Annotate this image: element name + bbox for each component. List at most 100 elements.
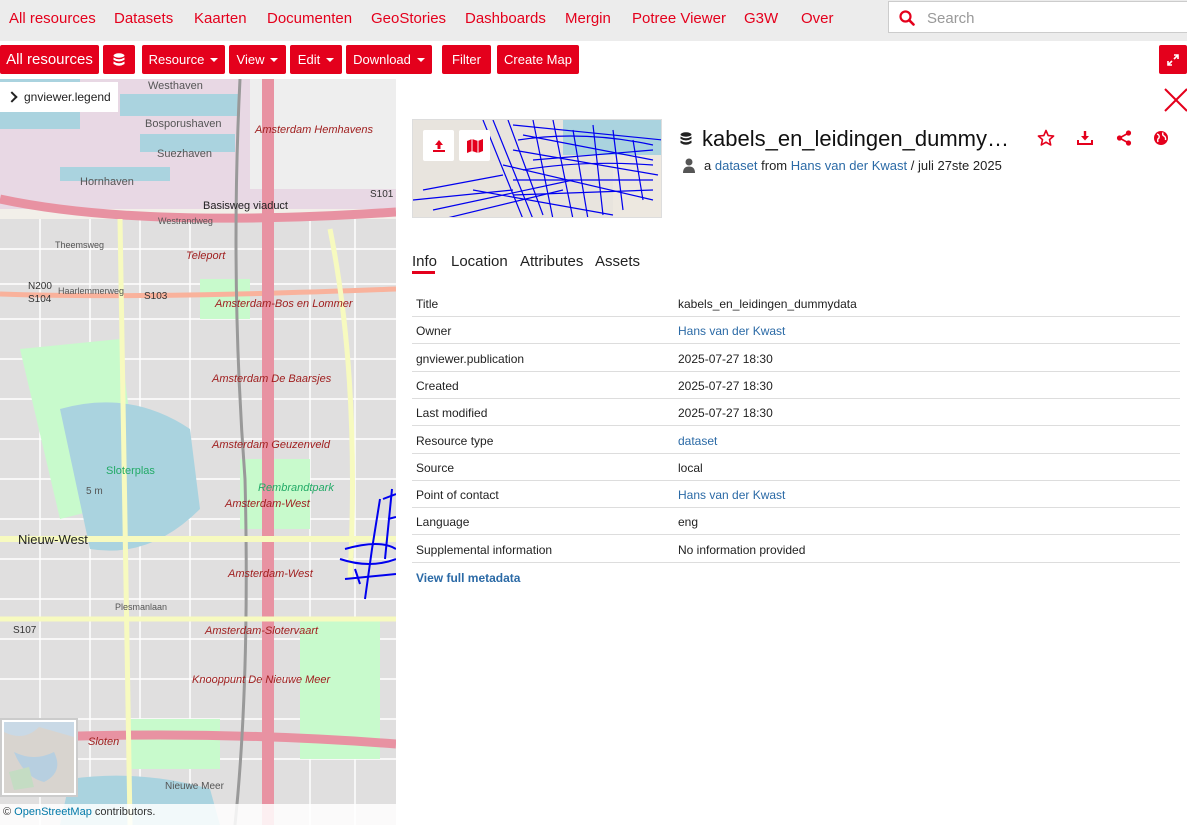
- map-label: Nieuw-West: [18, 532, 88, 547]
- all-resources-button[interactable]: All resources: [0, 45, 99, 74]
- table-row: Point of contact Hans van der Kwast: [412, 481, 1180, 509]
- table-row: Supplemental information No information p…: [412, 536, 1180, 563]
- openstreetmap-link[interactable]: OpenStreetMap: [14, 806, 92, 818]
- tab-location[interactable]: Location: [451, 253, 508, 270]
- active-tab-indicator: [412, 271, 435, 274]
- row-value: 2025-07-27 18:30: [678, 351, 773, 366]
- nav-g3w[interactable]: G3W: [744, 10, 778, 27]
- map-label: Bosporushaven: [145, 118, 221, 130]
- upload-icon: [432, 139, 445, 152]
- nav-mergin[interactable]: Mergin: [565, 10, 611, 27]
- upload-thumbnail-button[interactable]: [423, 130, 454, 161]
- share-icon[interactable]: [1115, 129, 1133, 147]
- row-key: Resource type: [416, 433, 494, 448]
- edit-dropdown[interactable]: Edit: [290, 45, 342, 74]
- download-dropdown[interactable]: Download: [346, 45, 432, 74]
- map-canvas[interactable]: Westhaven Bosporushaven Suezhaven Hornha…: [0, 79, 396, 825]
- resource-label: Resource: [148, 52, 205, 67]
- search-box[interactable]: [888, 1, 1187, 33]
- map-label: Amsterdam-West: [227, 568, 314, 580]
- row-key: gnviewer.publication: [416, 351, 525, 366]
- nav-all-resources[interactable]: All resources: [9, 10, 96, 27]
- download-icon[interactable]: [1076, 129, 1094, 147]
- map-label: S101: [370, 189, 394, 200]
- table-row: Created 2025-07-27 18:30: [412, 372, 1180, 399]
- resource-type-link[interactable]: dataset: [715, 158, 758, 173]
- map-label: Suezhaven: [157, 148, 212, 160]
- owner-link[interactable]: Hans van der Kwast: [791, 158, 907, 173]
- nav-potree-viewer[interactable]: Potree Viewer: [632, 10, 726, 27]
- chevron-down-icon: [416, 57, 425, 62]
- resource-title: kabels_en_leidingen_dummy…: [702, 126, 1009, 151]
- minimap-image: [4, 722, 74, 793]
- row-value: eng: [678, 515, 699, 530]
- create-map-button[interactable]: Create Map: [497, 45, 579, 74]
- map-label: Knooppunt De Nieuwe Meer: [192, 674, 332, 686]
- map-icon: [466, 138, 483, 153]
- map-label: Amsterdam Geuzenveld: [211, 439, 331, 451]
- row-value: 2025-07-27 18:30: [678, 406, 773, 421]
- table-row: gnviewer.publication 2025-07-27 18:30: [412, 345, 1180, 372]
- chevron-down-icon: [326, 57, 335, 62]
- avatar: [683, 158, 695, 173]
- map-label: Amsterdam Hemhavens: [254, 124, 373, 136]
- nav-kaarten[interactable]: Kaarten: [194, 10, 247, 27]
- view-dropdown[interactable]: View: [229, 45, 286, 74]
- map-label: Westrandweg: [158, 216, 213, 226]
- map-label: Theemsweg: [55, 240, 104, 250]
- row-value-link[interactable]: Hans van der Kwast: [678, 324, 785, 338]
- top-navigation: All resources Datasets Kaarten Documente…: [0, 0, 1187, 41]
- search-icon: [899, 10, 915, 26]
- map-label: 5 m: [86, 486, 103, 497]
- nav-dashboards[interactable]: Dashboards: [465, 10, 546, 27]
- fullscreen-button[interactable]: [1159, 45, 1187, 74]
- map-label: Nieuwe Meer: [165, 781, 225, 792]
- chevron-right-icon: [6, 91, 18, 103]
- nav-geostories[interactable]: GeoStories: [371, 10, 446, 27]
- search-input[interactable]: [927, 7, 1177, 29]
- database-button[interactable]: [103, 45, 135, 74]
- map-label: Sloten: [88, 736, 119, 748]
- row-key: Created: [416, 378, 459, 393]
- table-row: Last modified 2025-07-27 18:30: [412, 399, 1180, 427]
- resource-dropdown[interactable]: Resource: [142, 45, 225, 74]
- row-value: kabels_en_leidingen_dummydata: [678, 297, 857, 311]
- chevron-down-icon: [270, 57, 279, 62]
- row-value: local: [678, 460, 703, 475]
- legend-toggle[interactable]: gnviewer.legend: [0, 82, 118, 112]
- row-value: No information provided: [678, 542, 806, 557]
- subtitle-date: / juli 27ste 2025: [910, 157, 1002, 173]
- nav-over[interactable]: Over: [801, 10, 834, 27]
- nav-datasets[interactable]: Datasets: [114, 10, 173, 27]
- globe-icon[interactable]: [1152, 129, 1170, 147]
- tab-attributes[interactable]: Attributes: [520, 253, 583, 270]
- map-label: Teleport: [186, 250, 226, 262]
- row-value-link[interactable]: Hans van der Kwast: [678, 488, 785, 502]
- view-full-metadata-link[interactable]: View full metadata: [416, 571, 520, 585]
- close-icon[interactable]: [1163, 87, 1187, 113]
- filter-button[interactable]: Filter: [442, 45, 491, 74]
- map-label: S107: [13, 625, 37, 636]
- view-label: View: [236, 52, 265, 67]
- table-row: Title kabels_en_leidingen_dummydata: [412, 290, 1180, 317]
- map-thumbnail-button[interactable]: [459, 130, 490, 161]
- download-label: Download: [353, 52, 411, 67]
- map-label: Westhaven: [148, 80, 203, 92]
- tab-assets[interactable]: Assets: [595, 253, 640, 270]
- edit-label: Edit: [297, 52, 321, 67]
- tab-info[interactable]: Info: [412, 253, 437, 270]
- map-label: Plesmanlaan: [115, 602, 167, 612]
- star-icon[interactable]: [1037, 129, 1055, 147]
- filter-label: Filter: [452, 52, 481, 67]
- overview-minimap[interactable]: [0, 718, 78, 797]
- database-icon: [680, 132, 692, 145]
- row-key: Source: [416, 460, 455, 475]
- subtitle-from: from: [761, 157, 788, 173]
- map-label: Hornhaven: [80, 176, 134, 188]
- nav-documenten[interactable]: Documenten: [267, 10, 352, 27]
- map-view[interactable]: Westhaven Bosporushaven Suezhaven Hornha…: [0, 79, 396, 825]
- table-row: Resource type dataset: [412, 427, 1180, 454]
- map-label: Amsterdam-Slotervaart: [204, 625, 319, 637]
- all-resources-label: All resources: [6, 51, 93, 68]
- row-value-link[interactable]: dataset: [678, 434, 717, 448]
